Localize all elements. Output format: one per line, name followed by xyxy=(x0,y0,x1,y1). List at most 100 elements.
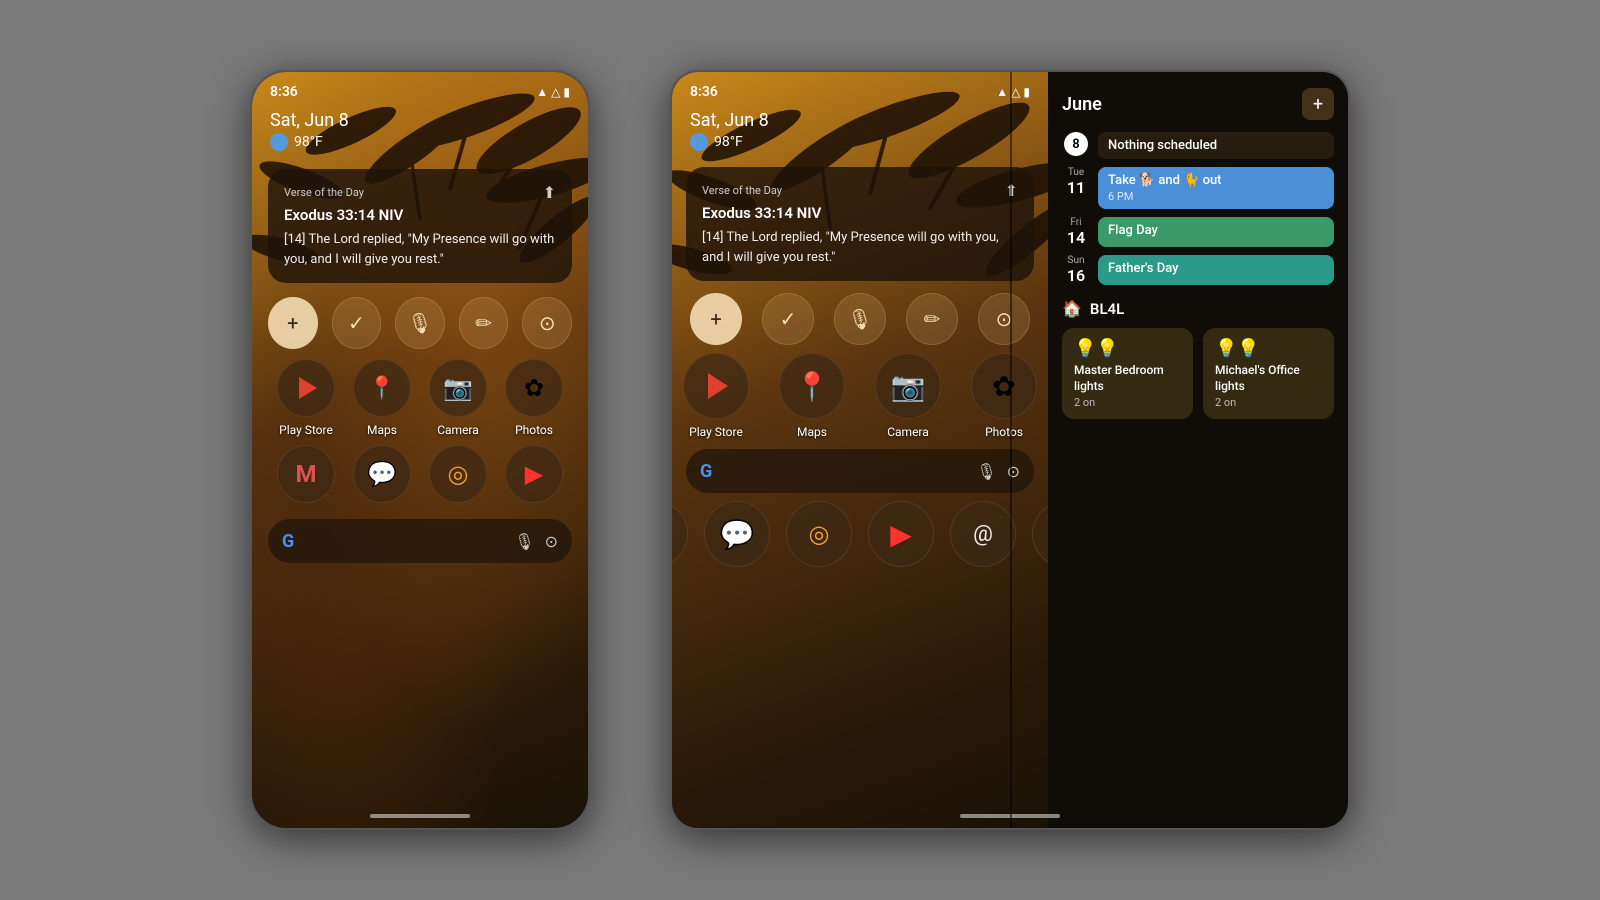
tablet-chrome-icon: ◎ xyxy=(786,501,852,567)
cal-event-empty: Nothing scheduled xyxy=(1098,132,1334,159)
tablet-playstore-label: Play Store xyxy=(689,425,743,439)
tablet-battery-icon: ▮ xyxy=(1023,85,1030,99)
tablet-verse-title: Exodus 33:14 NIV xyxy=(702,204,1018,222)
tablet-quick-actions: + ✓ 🎙 ✏ ⊙ xyxy=(686,293,1034,345)
tablet-app-threads[interactable]: @ xyxy=(950,501,1016,567)
verse-text: [14] The Lord replied, "My Presence will… xyxy=(284,230,556,269)
cal-date-11: Tue 11 xyxy=(1062,167,1090,209)
tablet-quick-mic-btn[interactable]: 🎙 xyxy=(834,293,886,345)
map-pin-icon: 📍 xyxy=(368,376,395,401)
tablet-gmail-icon: M xyxy=(672,501,688,567)
share-icon[interactable]: ⬆ xyxy=(543,183,556,202)
tablet-camera-icon: 📷 xyxy=(875,353,941,419)
cal-today-num: 8 xyxy=(1064,132,1088,156)
tablet-verse-label: Verse of the Day xyxy=(702,184,782,197)
tablet-photos-label: Photos xyxy=(985,425,1023,439)
search-mic-icon[interactable]: 🎙 xyxy=(514,532,534,551)
signal-icon: △ xyxy=(551,85,560,99)
tablet-time: 8:36 xyxy=(690,84,718,100)
tablet-verse-header: Verse of the Day ⬆ xyxy=(702,181,1018,200)
cal-date-16: Sun 16 xyxy=(1062,255,1090,285)
tablet-app-camera[interactable]: 📷 Camera xyxy=(875,353,941,439)
phone-app-maps[interactable]: 📍 Maps xyxy=(353,359,411,437)
cal-day-16: 16 xyxy=(1067,266,1085,285)
camera-label: Camera xyxy=(437,423,479,437)
light-grid: 💡💡 Master Bedroom lights 2 on 💡💡 Michael… xyxy=(1062,328,1334,419)
tablet-status-bar: 8:36 ▲ △ ▮ xyxy=(672,72,1048,104)
tablet-right-panel: June + 8 Nothing scheduled Tue 11 T xyxy=(1048,72,1348,828)
quick-screenshot-btn[interactable]: ⊙ xyxy=(522,297,572,349)
tablet-playstore-triangle xyxy=(708,373,728,399)
cal-event-sub-11: 6 PM xyxy=(1108,190,1324,203)
phone-search-bar[interactable]: G 🎙 ⊙ xyxy=(268,519,572,563)
tablet-youtube-icon: ▶ xyxy=(868,501,934,567)
search-lens-icon[interactable]: ⊙ xyxy=(545,532,558,551)
tablet-photos-icon: ✿ xyxy=(971,353,1037,419)
phone-app-row1: Play Store 📍 Maps 📷 Camera ✿ Photos xyxy=(268,359,572,437)
tablet-app-gmail[interactable]: M xyxy=(672,501,688,567)
cal-sun: Sun xyxy=(1068,255,1085,266)
office-light-name: Michael's Office lights xyxy=(1215,363,1322,394)
cal-event-blue: Take 🐕 and 🐈 out 6 PM xyxy=(1098,167,1334,209)
phone-app-playstore[interactable]: Play Store xyxy=(277,359,335,437)
phone-app-chrome[interactable]: ◎ xyxy=(429,445,487,509)
tablet-search-lens-icon[interactable]: ⊙ xyxy=(1007,462,1020,481)
tablet-search-bar[interactable]: G 🎙 ⊙ xyxy=(686,449,1034,493)
tablet-quick-check-btn[interactable]: ✓ xyxy=(762,293,814,345)
tablet-search-mic-icon[interactable]: 🎙 xyxy=(976,462,996,481)
tablet-verse-card: Verse of the Day ⬆ Exodus 33:14 NIV [14]… xyxy=(686,167,1034,281)
phone-app-gmail[interactable]: M xyxy=(277,445,335,509)
quick-pencil-btn[interactable]: ✏ xyxy=(459,297,509,349)
photos-icon: ✿ xyxy=(505,359,563,417)
cal-nothing-scheduled: Nothing scheduled xyxy=(1108,138,1217,153)
camera-icon: 📷 xyxy=(429,359,487,417)
tablet-fold-line xyxy=(1010,72,1012,828)
tablet-app-maps[interactable]: 📍 Maps xyxy=(779,353,845,439)
tablet-app-chrome[interactable]: ◎ xyxy=(786,501,852,567)
quick-add-btn[interactable]: + xyxy=(268,297,318,349)
home-indicator[interactable] xyxy=(370,814,470,818)
light-card-office[interactable]: 💡💡 Michael's Office lights 2 on xyxy=(1203,328,1334,419)
tablet-verse-text: [14] The Lord replied, "My Presence will… xyxy=(702,228,1018,267)
tablet-app-youtube[interactable]: ▶ xyxy=(868,501,934,567)
calendar-add-button[interactable]: + xyxy=(1302,88,1334,120)
phone-weather: 98°F xyxy=(270,133,570,151)
chrome-icon: ◎ xyxy=(429,445,487,503)
phone-app-clipper[interactable]: 💬 xyxy=(353,445,411,509)
home-icon: 🏠 xyxy=(1062,299,1082,318)
smart-home-title: BL4L xyxy=(1090,300,1124,318)
tablet-app-playstore[interactable]: Play Store xyxy=(683,353,749,439)
phone-app-photos[interactable]: ✿ Photos xyxy=(505,359,563,437)
quick-check-btn[interactable]: ✓ xyxy=(332,297,382,349)
maps-label: Maps xyxy=(367,423,397,437)
phone-date-weather: Sat, Jun 8 98°F xyxy=(252,104,588,161)
tablet-app-clipper[interactable]: 💬 xyxy=(704,501,770,567)
phone-signal-icons: ▲ △ ▮ xyxy=(536,85,570,99)
tablet-app-row2: M 💬 ◎ ▶ @ ✿ xyxy=(672,501,1048,567)
tablet-maps-label: Maps xyxy=(797,425,827,439)
cal-event-flag-day: Flag Day xyxy=(1098,217,1334,247)
cal-day-14: 14 xyxy=(1067,228,1085,247)
phone-device: 8:36 ▲ △ ▮ Sat, Jun 8 98°F Verse of the … xyxy=(250,70,590,830)
phone-date: Sat, Jun 8 xyxy=(270,110,570,131)
tablet-app-fans[interactable]: ✿ xyxy=(1032,501,1048,567)
photos-label: Photos xyxy=(515,423,553,437)
tablet-quick-pencil-btn[interactable]: ✏ xyxy=(906,293,958,345)
light-card-bedroom[interactable]: 💡💡 Master Bedroom lights 2 on xyxy=(1062,328,1193,419)
tablet-clipper-icon: 💬 xyxy=(704,501,770,567)
weather-icon xyxy=(270,133,288,151)
wifi-icon: ▲ xyxy=(536,85,548,99)
tablet-quick-add-btn[interactable]: + xyxy=(690,293,742,345)
tablet-device: 8:36 ▲ △ ▮ Sat, Jun 8 98°F Verse of the … xyxy=(670,70,1350,830)
phone-app-youtube[interactable]: ▶ xyxy=(505,445,563,509)
phone-app-camera[interactable]: 📷 Camera xyxy=(429,359,487,437)
tablet-playstore-icon xyxy=(683,353,749,419)
verse-title: Exodus 33:14 NIV xyxy=(284,206,556,224)
tablet-app-photos[interactable]: ✿ Photos xyxy=(971,353,1037,439)
bedroom-light-sub: 2 on xyxy=(1074,396,1181,409)
quick-mic-btn[interactable]: 🎙 xyxy=(395,297,445,349)
phone-status-bar: 8:36 ▲ △ ▮ xyxy=(252,72,588,104)
tablet-quick-screenshot-btn[interactable]: ⊙ xyxy=(978,293,1030,345)
office-light-sub: 2 on xyxy=(1215,396,1322,409)
phone-screen: 8:36 ▲ △ ▮ Sat, Jun 8 98°F Verse of the … xyxy=(252,72,588,828)
